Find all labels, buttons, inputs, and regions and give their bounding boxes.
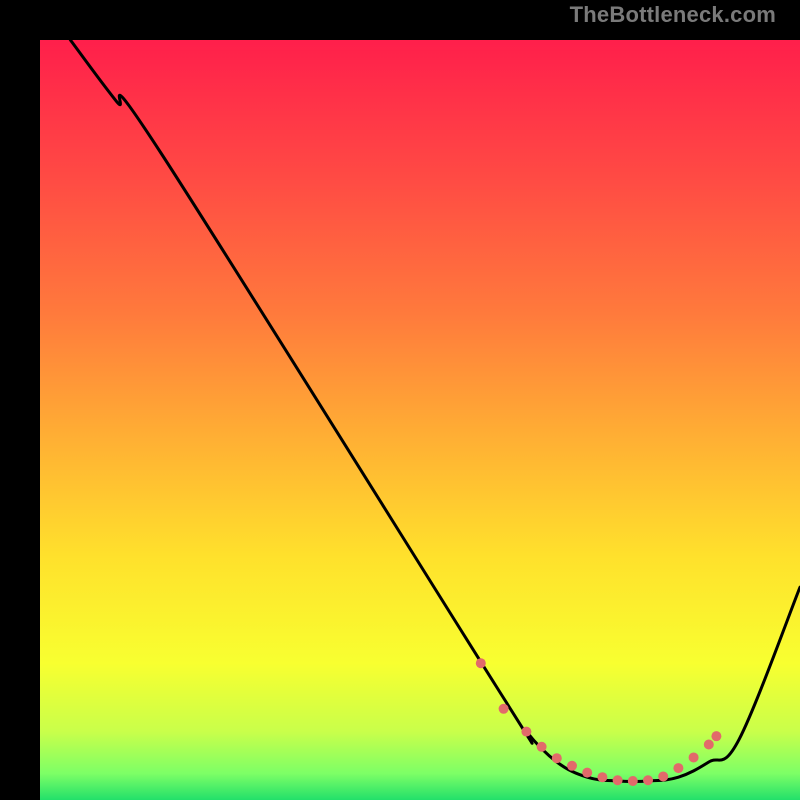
- chart-background: [40, 40, 800, 800]
- marker-dot: [582, 768, 592, 778]
- marker-dot: [537, 742, 547, 752]
- marker-dot: [567, 761, 577, 771]
- marker-dot: [673, 763, 683, 773]
- marker-dot: [613, 775, 623, 785]
- marker-dot: [689, 752, 699, 762]
- marker-dot: [552, 753, 562, 763]
- marker-dot: [628, 776, 638, 786]
- marker-dot: [476, 658, 486, 668]
- marker-dot: [658, 771, 668, 781]
- marker-dot: [597, 772, 607, 782]
- watermark-text: TheBottleneck.com: [570, 2, 776, 28]
- chart-svg: [40, 40, 800, 800]
- marker-dot: [704, 740, 714, 750]
- marker-dot: [521, 727, 531, 737]
- marker-dot: [643, 775, 653, 785]
- chart-frame: [20, 20, 780, 780]
- marker-dot: [711, 731, 721, 741]
- marker-dot: [499, 704, 509, 714]
